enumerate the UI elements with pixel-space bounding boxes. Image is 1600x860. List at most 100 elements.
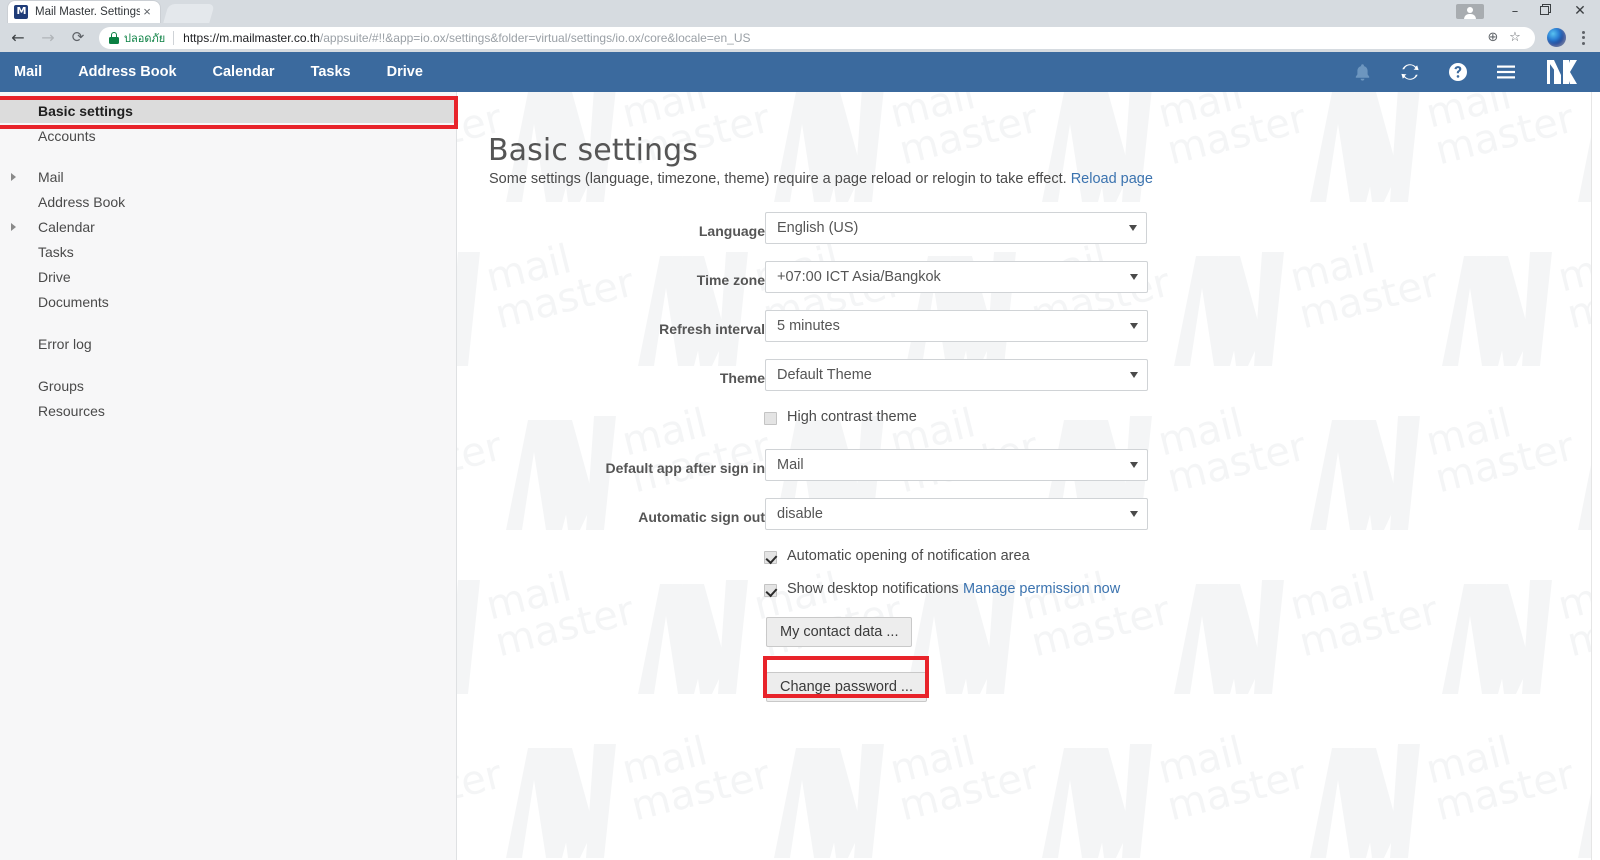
security-status-label: ปลอดภัย bbox=[124, 31, 166, 45]
sidebar-item-calendar[interactable]: Calendar bbox=[0, 214, 456, 239]
field-row-auto-sign-out: Automatic sign out disable bbox=[458, 498, 1592, 547]
manage-permission-link[interactable]: Manage permission now bbox=[963, 581, 1120, 597]
timezone-value: +07:00 ICT Asia/Bangkok bbox=[777, 269, 941, 285]
browser-chrome: M Mail Master. Settings Ba × – ✕ ← → ⟳ ป bbox=[0, 0, 1600, 52]
sidebar-item-resources[interactable]: Resources bbox=[0, 398, 456, 423]
url-text: https://m.mailmaster.co.th/appsuite/#!!&… bbox=[183, 31, 1483, 45]
sidebar-item-label: Documents bbox=[38, 293, 109, 310]
button-row-contact-data: My contact data ... bbox=[458, 617, 1592, 666]
sidebar-item-accounts[interactable]: Accounts bbox=[0, 123, 456, 148]
profile-avatar[interactable] bbox=[1547, 28, 1566, 47]
sidebar-item-tasks[interactable]: Tasks bbox=[0, 239, 456, 264]
sidebar-item-label: Address Book bbox=[38, 193, 126, 210]
window-controls: – ✕ bbox=[1456, 0, 1600, 23]
sidebar-item-basic-settings[interactable]: Basic settings bbox=[0, 98, 456, 123]
new-tab-button[interactable] bbox=[163, 4, 215, 23]
desktop-notifications-label[interactable]: Show desktop notifications bbox=[787, 581, 959, 597]
help-glyph bbox=[1449, 63, 1467, 81]
maximize-icon bbox=[1539, 4, 1551, 15]
refresh-icon[interactable] bbox=[1386, 52, 1434, 92]
high-contrast-checkbox[interactable] bbox=[764, 412, 777, 425]
refresh-interval-select[interactable]: 5 minutes bbox=[765, 310, 1148, 342]
sidebar-item-groups[interactable]: Groups bbox=[0, 373, 456, 398]
settings-main: Basic settings Some settings (language, … bbox=[458, 92, 1592, 860]
timezone-label: Time zone bbox=[696, 272, 765, 288]
chevron-down-icon bbox=[1130, 274, 1138, 280]
reload-notice-text: Some settings (language, timezone, theme… bbox=[489, 171, 1071, 187]
checkbox-row-auto-notification: Automatic opening of notification area bbox=[458, 547, 1592, 580]
chevron-down-icon bbox=[1130, 462, 1138, 468]
browser-tabstrip: M Mail Master. Settings Ba × – ✕ bbox=[0, 0, 1600, 23]
app-tab-calendar[interactable]: Calendar bbox=[195, 52, 293, 92]
timezone-select[interactable]: +07:00 ICT Asia/Bangkok bbox=[765, 261, 1148, 293]
checkbox-row-desktop-notifications: Show desktop notifications Manage permis… bbox=[458, 580, 1592, 617]
auto-sign-out-value: disable bbox=[777, 506, 823, 522]
omnibox-divider bbox=[173, 30, 175, 45]
kebab-menu-icon[interactable] bbox=[1572, 26, 1594, 49]
sidebar-item-label: Groups bbox=[38, 377, 84, 394]
reload-notice: Some settings (language, timezone, theme… bbox=[489, 171, 1153, 187]
app-tab-address-book[interactable]: Address Book bbox=[60, 52, 194, 92]
window-minimize-button[interactable]: – bbox=[1500, 0, 1530, 23]
refresh-glyph bbox=[1401, 64, 1419, 80]
user-avatar-icon[interactable] bbox=[1456, 4, 1484, 19]
sidebar-item-address-book[interactable]: Address Book bbox=[0, 189, 456, 214]
sidebar-item-documents[interactable]: Documents bbox=[0, 289, 456, 314]
back-icon[interactable]: ← bbox=[3, 23, 33, 52]
tabstrip-left-edge bbox=[0, 0, 8, 23]
change-password-button[interactable]: Change password ... bbox=[766, 672, 927, 702]
bookmark-star-icon[interactable]: ☆ bbox=[1505, 30, 1525, 45]
app-tab-mail[interactable]: Mail bbox=[0, 52, 60, 92]
window-maximize-button[interactable] bbox=[1530, 0, 1560, 23]
hamburger-menu-icon[interactable] bbox=[1482, 52, 1530, 92]
sidebar-item-mail[interactable]: Mail bbox=[0, 164, 456, 189]
field-row-timezone: Time zone +07:00 ICT Asia/Bangkok bbox=[458, 261, 1592, 310]
language-label: Language bbox=[698, 223, 765, 239]
high-contrast-label[interactable]: High contrast theme bbox=[787, 409, 917, 425]
sidebar-items: Basic settings Accounts Mail Address Boo… bbox=[0, 92, 456, 423]
chevron-right-icon[interactable] bbox=[11, 222, 16, 231]
brand-logo-icon[interactable] bbox=[1540, 52, 1586, 92]
bell-glyph bbox=[1355, 63, 1369, 81]
field-row-default-app: Default app after sign in Mail bbox=[458, 449, 1592, 498]
auto-notification-label[interactable]: Automatic opening of notification area bbox=[787, 548, 1030, 564]
scrollbar-gutter[interactable] bbox=[1592, 92, 1600, 860]
settings-sidebar: Basic settings Accounts Mail Address Boo… bbox=[0, 92, 457, 860]
app-tab-tasks[interactable]: Tasks bbox=[293, 52, 369, 92]
tab-close-icon[interactable]: × bbox=[140, 5, 154, 19]
forward-icon[interactable]: → bbox=[33, 23, 63, 52]
mailmaster-m-glyph bbox=[1547, 60, 1577, 84]
theme-select[interactable]: Default Theme bbox=[765, 359, 1148, 391]
my-contact-data-button[interactable]: My contact data ... bbox=[766, 617, 913, 647]
language-value: English (US) bbox=[777, 220, 859, 236]
chevron-down-icon bbox=[1130, 511, 1138, 517]
auto-sign-out-select[interactable]: disable bbox=[765, 498, 1148, 530]
reload-page-link[interactable]: Reload page bbox=[1071, 171, 1153, 187]
auto-notification-checkbox[interactable] bbox=[764, 551, 777, 564]
app-topbar: Mail Address Book Calendar Tasks Drive bbox=[0, 52, 1600, 92]
scrollbar-gutter-border bbox=[1591, 92, 1592, 860]
button-row-change-password: Change password ... bbox=[458, 666, 1592, 710]
window-close-button[interactable]: ✕ bbox=[1560, 0, 1600, 23]
chevron-right-icon[interactable] bbox=[11, 172, 16, 181]
chevron-down-icon bbox=[1130, 372, 1138, 378]
sidebar-item-drive[interactable]: Drive bbox=[0, 264, 456, 289]
language-select[interactable]: English (US) bbox=[765, 212, 1147, 244]
sidebar-item-label: Error log bbox=[38, 335, 92, 352]
sidebar-item-label: Resources bbox=[38, 402, 105, 419]
notifications-bell-icon[interactable] bbox=[1338, 52, 1386, 92]
desktop-notifications-checkbox[interactable] bbox=[764, 584, 777, 597]
help-icon[interactable] bbox=[1434, 52, 1482, 92]
omnibox[interactable]: ปลอดภัย https://m.mailmaster.co.th/appsu… bbox=[99, 26, 1535, 49]
app-tab-drive[interactable]: Drive bbox=[369, 52, 441, 92]
default-app-select[interactable]: Mail bbox=[765, 449, 1148, 481]
zoom-icon[interactable]: ⊕ bbox=[1483, 30, 1503, 45]
field-row-theme: Theme Default Theme bbox=[458, 359, 1592, 408]
default-app-label: Default app after sign in bbox=[605, 460, 765, 476]
sidebar-item-label: Tasks bbox=[38, 243, 74, 260]
reload-icon[interactable]: ⟳ bbox=[63, 23, 93, 52]
sidebar-item-error-log[interactable]: Error log bbox=[0, 331, 456, 356]
browser-tab-active[interactable]: M Mail Master. Settings Ba × bbox=[8, 1, 160, 23]
